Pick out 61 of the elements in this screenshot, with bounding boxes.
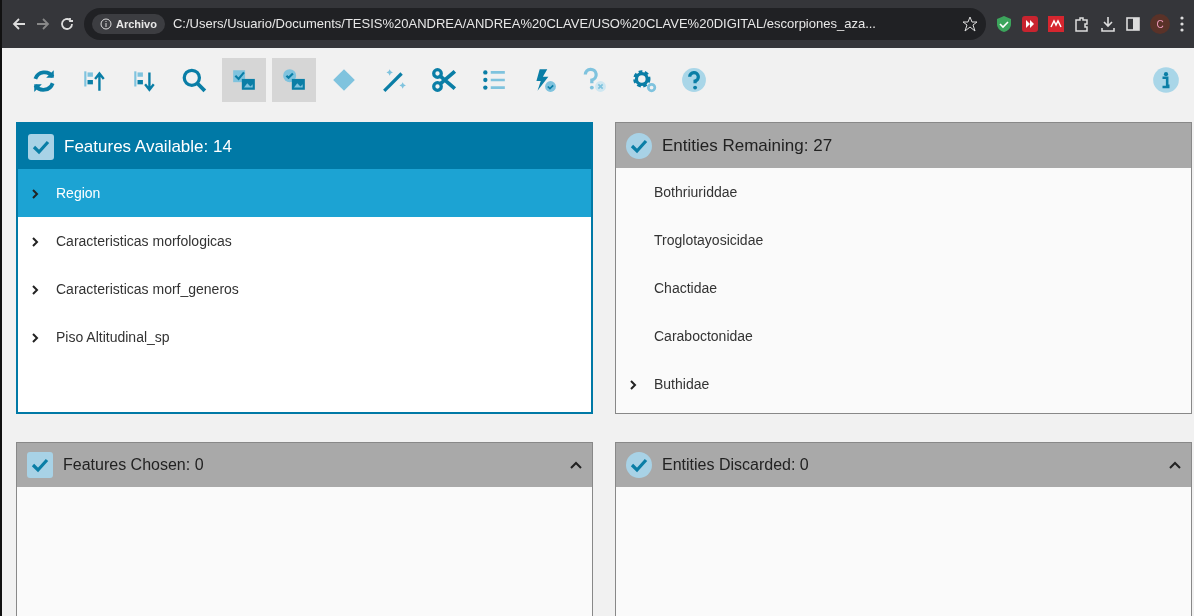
checkbox-icon[interactable] [28, 133, 54, 160]
list-item[interactable]: Piso Altitudinal_sp [18, 313, 591, 361]
forward-icon[interactable] [36, 17, 50, 31]
url-text: C:/Users/Usuario/Documents/TESIS%20ANDREA/ANDREA%20CLAVE/USO%20CLAVE%20DIGITAL/escorpiones_aza... [172, 15, 876, 34]
list-icon [481, 67, 507, 93]
panel-title: Features Chosen: 0 [63, 455, 204, 475]
toolbar-button[interactable] [272, 58, 316, 102]
shield-icon[interactable] [996, 15, 1012, 33]
back-icon[interactable] [12, 17, 26, 31]
info-icon[interactable] [1152, 66, 1180, 94]
refresh-icon [31, 67, 57, 93]
magic-wand-icon [381, 67, 407, 93]
list-item[interactable]: Troglotayosicidae [616, 216, 1191, 264]
menu-icon[interactable] [1180, 16, 1184, 32]
item-label: Buthidae [654, 374, 710, 394]
item-label: Piso Altitudinal_sp [56, 327, 170, 347]
chevron-icon[interactable] [630, 379, 637, 390]
toolbar-button[interactable] [222, 58, 266, 102]
item-label: Caracteristicas morfologicas [56, 231, 232, 251]
help-icon [681, 67, 707, 93]
item-label: Caracteristicas morf_generos [56, 279, 239, 299]
list-item[interactable]: Caraboctonidae [616, 312, 1191, 360]
settings-icon [631, 67, 657, 93]
chevron-icon[interactable] [32, 284, 39, 295]
diamond-icon [331, 67, 357, 93]
panel-title: Entities Discarded: 0 [662, 455, 809, 475]
security-chip[interactable]: Archivo [92, 13, 165, 35]
item-label: Region [56, 183, 101, 203]
panel-title: Entities Remaining: 27 [662, 134, 833, 157]
star-icon[interactable] [962, 16, 978, 32]
item-label: Caraboctonidae [654, 326, 753, 346]
check-circle-icon[interactable] [626, 452, 652, 478]
image-check-icon [281, 67, 307, 93]
check-circle-icon[interactable] [626, 132, 652, 159]
list-item[interactable]: Chactidae [616, 264, 1191, 312]
checkbox-icon[interactable] [27, 452, 53, 478]
scissors-icon [431, 67, 457, 93]
profile-avatar[interactable]: C [1150, 14, 1170, 34]
puzzle-icon[interactable] [1074, 16, 1090, 32]
address-bar[interactable]: Archivo C:/Users/Usuario/Documents/TESIS%20ANDREA/ANDREA%20CLAVE/USO%20CLAVE%20DIGITAL/escorpiones_aza... [84, 8, 986, 40]
image-check-icon [231, 67, 257, 93]
collapse-caret-icon[interactable] [570, 461, 582, 469]
search-icon [181, 67, 207, 93]
info-icon [100, 18, 112, 30]
download-icon[interactable] [1100, 16, 1116, 32]
list-item[interactable]: Caracteristicas morf_generos [18, 265, 591, 313]
reload-icon[interactable] [60, 17, 74, 31]
list-item[interactable]: Buthidae [616, 360, 1191, 408]
list-item[interactable]: Caracteristicas morfologicas [18, 217, 591, 265]
extension-icon[interactable] [1022, 16, 1038, 32]
list-item[interactable]: Bothriuriddae [616, 168, 1191, 216]
collapse-caret-icon[interactable] [1169, 461, 1181, 469]
extension-icon[interactable] [1048, 16, 1064, 32]
item-label: Chactidae [654, 278, 718, 298]
panel-title: Features Available: 14 [64, 135, 232, 158]
question-x-icon [581, 67, 607, 93]
item-label: Troglotayosicidae [654, 230, 764, 250]
chevron-icon[interactable] [32, 236, 39, 247]
chevron-icon[interactable] [32, 332, 39, 343]
sidebar-icon[interactable] [1126, 17, 1140, 31]
item-label: Bothriuriddae [654, 182, 738, 202]
